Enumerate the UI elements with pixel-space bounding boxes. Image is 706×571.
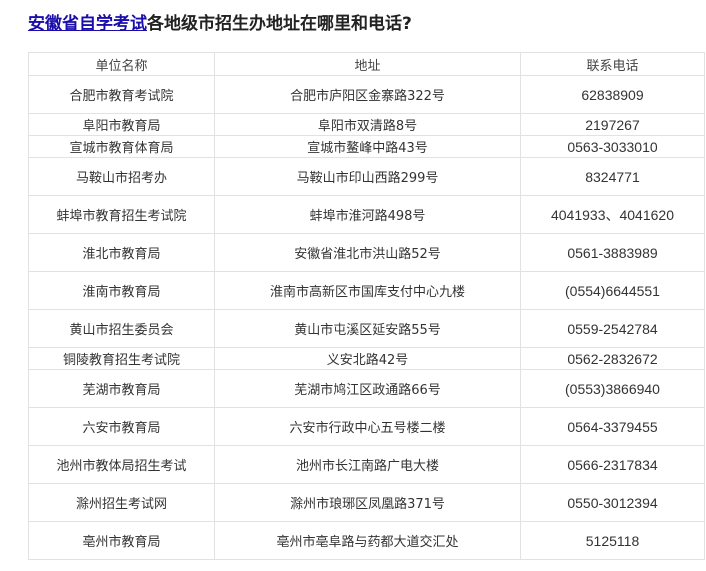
table-row: 合肥市教育考试院 合肥市庐阳区金寨路322号 62838909 [28, 75, 705, 114]
cell-phone: (0554)6644551 [520, 271, 705, 310]
cell-address: 安徽省淮北市洪山路52号 [214, 233, 521, 272]
cell-unit-name: 黄山市招生委员会 [28, 309, 215, 348]
table-row: 淮南市教育局 淮南市高新区市国库支付中心九楼 (0554)6644551 [28, 271, 705, 310]
cell-unit-name: 蚌埠市教育招生考试院 [28, 195, 215, 234]
cell-phone: (0553)3866940 [520, 369, 705, 408]
table-row: 阜阳市教育局 阜阳市双清路8号 2197267 [28, 113, 705, 136]
cell-unit-name: 宣城市教育体育局 [28, 135, 215, 158]
cell-phone: 62838909 [520, 75, 705, 114]
table-row: 亳州市教育局 亳州市亳阜路与药都大道交汇处 5125118 [28, 521, 705, 560]
cell-phone: 8324771 [520, 157, 705, 196]
cell-phone: 0562-2832672 [520, 347, 705, 370]
page-title: 安徽省自学考试各地级市招生办地址在哪里和电话? [28, 12, 412, 36]
cell-unit-name: 滁州招生考试网 [28, 483, 215, 522]
cell-phone: 0559-2542784 [520, 309, 705, 348]
table-row: 铜陵教育招生考试院 义安北路42号 0562-2832672 [28, 347, 705, 370]
cell-unit-name: 合肥市教育考试院 [28, 75, 215, 114]
cell-address: 池州市长江南路广电大楼 [214, 445, 521, 484]
cell-address: 马鞍山市印山西路299号 [214, 157, 521, 196]
cell-phone: 5125118 [520, 521, 705, 560]
table-row: 宣城市教育体育局 宣城市鳌峰中路43号 0563-3033010 [28, 135, 705, 158]
cell-unit-name: 铜陵教育招生考试院 [28, 347, 215, 370]
cell-phone: 0561-3883989 [520, 233, 705, 272]
cell-address: 亳州市亳阜路与药都大道交汇处 [214, 521, 521, 560]
table-header-row: 单位名称 地址 联系电话 [28, 52, 705, 76]
cell-address: 六安市行政中心五号楼二楼 [214, 407, 521, 446]
title-rest: 各地级市招生办地址在哪里和电话? [147, 14, 412, 34]
cell-address: 滁州市琅琊区凤凰路371号 [214, 483, 521, 522]
cell-phone: 0566-2317834 [520, 445, 705, 484]
cell-phone: 4041933、4041620 [520, 195, 705, 234]
cell-unit-name: 马鞍山市招考办 [28, 157, 215, 196]
table-row: 黄山市招生委员会 黄山市屯溪区延安路55号 0559-2542784 [28, 309, 705, 348]
cell-unit-name: 阜阳市教育局 [28, 113, 215, 136]
table-row: 淮北市教育局 安徽省淮北市洪山路52号 0561-3883989 [28, 233, 705, 272]
table-row: 六安市教育局 六安市行政中心五号楼二楼 0564-3379455 [28, 407, 705, 446]
cell-unit-name: 淮南市教育局 [28, 271, 215, 310]
cell-phone: 0564-3379455 [520, 407, 705, 446]
cell-address: 阜阳市双清路8号 [214, 113, 521, 136]
cell-unit-name: 芜湖市教育局 [28, 369, 215, 408]
header-phone: 联系电话 [520, 52, 705, 76]
title-link[interactable]: 安徽省自学考试 [28, 14, 147, 34]
header-address: 地址 [214, 52, 521, 76]
table-row: 池州市教体局招生考试 池州市长江南路广电大楼 0566-2317834 [28, 445, 705, 484]
cell-phone: 0563-3033010 [520, 135, 705, 158]
cell-phone: 0550-3012394 [520, 483, 705, 522]
header-unit-name: 单位名称 [28, 52, 215, 76]
cell-unit-name: 淮北市教育局 [28, 233, 215, 272]
recruitment-office-table: 单位名称 地址 联系电话 合肥市教育考试院 合肥市庐阳区金寨路322号 628389… [28, 52, 705, 560]
table-row: 滁州招生考试网 滁州市琅琊区凤凰路371号 0550-3012394 [28, 483, 705, 522]
cell-address: 黄山市屯溪区延安路55号 [214, 309, 521, 348]
table-row: 蚌埠市教育招生考试院 蚌埠市淮河路498号 4041933、4041620 [28, 195, 705, 234]
table-row: 马鞍山市招考办 马鞍山市印山西路299号 8324771 [28, 157, 705, 196]
cell-unit-name: 池州市教体局招生考试 [28, 445, 215, 484]
table-row: 芜湖市教育局 芜湖市鸠江区政通路66号 (0553)3866940 [28, 369, 705, 408]
cell-address: 蚌埠市淮河路498号 [214, 195, 521, 234]
cell-address: 芜湖市鸠江区政通路66号 [214, 369, 521, 408]
cell-phone: 2197267 [520, 113, 705, 136]
cell-unit-name: 亳州市教育局 [28, 521, 215, 560]
cell-address: 淮南市高新区市国库支付中心九楼 [214, 271, 521, 310]
cell-address: 宣城市鳌峰中路43号 [214, 135, 521, 158]
cell-unit-name: 六安市教育局 [28, 407, 215, 446]
cell-address: 义安北路42号 [214, 347, 521, 370]
cell-address: 合肥市庐阳区金寨路322号 [214, 75, 521, 114]
